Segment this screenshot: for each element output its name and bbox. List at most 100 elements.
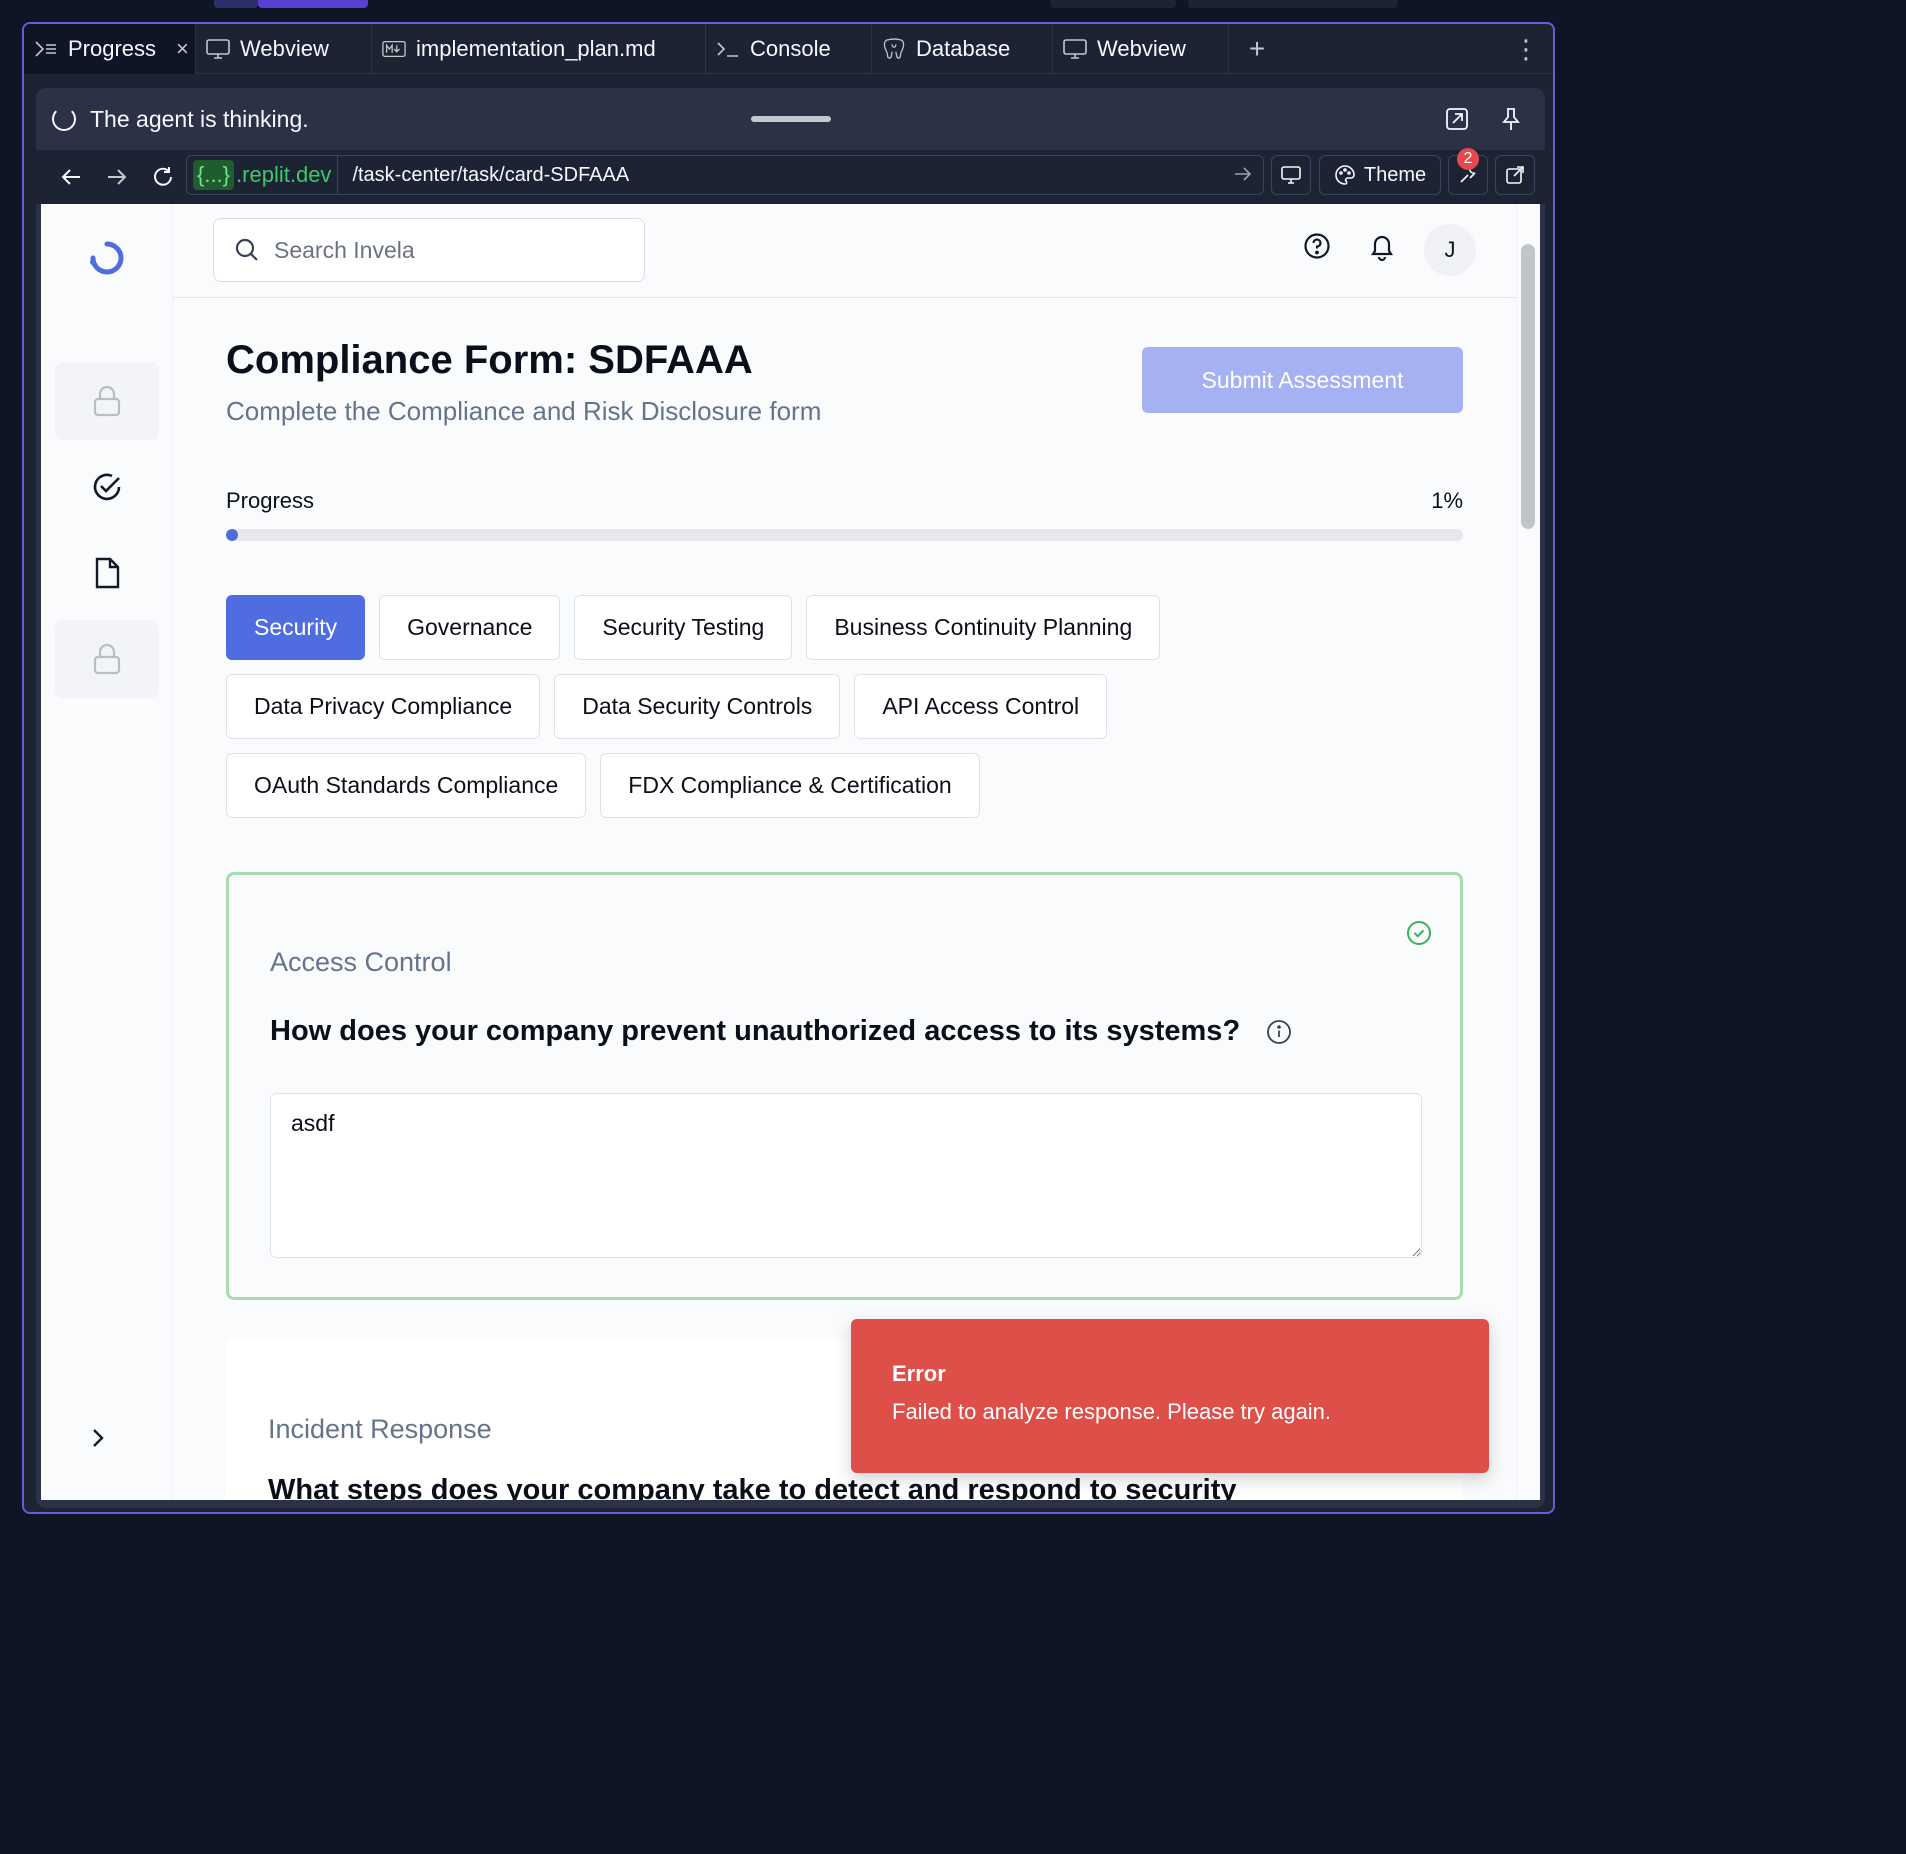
pin-icon[interactable] (1498, 106, 1524, 132)
search-input[interactable]: Search Invela (213, 218, 645, 282)
back-button[interactable] (48, 154, 94, 200)
page-title: Compliance Form: SDFAAA (226, 338, 753, 382)
chevron-right-icon[interactable] (89, 1424, 107, 1456)
url-host: {...} .replit.dev (187, 156, 339, 194)
lock-icon (93, 643, 121, 675)
tab-database[interactable]: Database (872, 24, 1053, 74)
url-bar: {...} .replit.dev /task-center/task/card… (36, 148, 1545, 204)
more-options-icon[interactable]: ⋮ (1513, 36, 1539, 62)
palette-icon (1335, 165, 1355, 185)
bell-icon[interactable] (1368, 232, 1398, 262)
popout-icon[interactable] (1444, 106, 1470, 132)
top-strip-segment (1050, 0, 1176, 8)
file-icon (95, 557, 120, 589)
tab-business-continuity-planning[interactable]: Business Continuity Planning (806, 595, 1161, 660)
invela-logo-icon[interactable] (85, 236, 129, 280)
avatar[interactable]: J (1424, 224, 1476, 276)
tab-webview[interactable]: Webview (196, 24, 372, 74)
section-tabs: Security Governance Security Testing Busine… (226, 595, 1463, 818)
devtools-button[interactable]: 2 (1448, 148, 1488, 195)
tab-progress[interactable]: Progress × (24, 24, 196, 74)
workspace-frame: Progress × Webview implementation_plan.m… (22, 22, 1555, 1514)
app-sidebar (41, 204, 173, 1500)
progress-bar (226, 529, 1463, 541)
question-section-label: Incident Response (268, 1414, 492, 1444)
help-icon[interactable] (1303, 232, 1333, 262)
arrow-left-icon (61, 169, 80, 185)
webview-pane: The agent is thinking. {...} .replit.dev (36, 88, 1545, 1508)
progress-icon (34, 37, 58, 61)
toast-title: Error (892, 1361, 946, 1386)
question-text: How does your company prevent unauthoriz… (270, 1015, 1292, 1048)
completed-check-icon (1407, 921, 1431, 945)
arrow-right-icon (108, 169, 127, 185)
top-strip-segment (1188, 0, 1398, 8)
notification-badge: 2 (1457, 148, 1479, 170)
page-subtitle: Complete the Compliance and Risk Disclos… (226, 396, 822, 426)
monitor-icon (1063, 37, 1087, 61)
external-link-icon (1506, 166, 1524, 184)
scrollbar[interactable] (1516, 204, 1540, 1500)
tab-oauth-standards-compliance[interactable]: OAuth Standards Compliance (226, 753, 587, 818)
toast-message: Failed to analyze response. Please try a… (892, 1399, 1332, 1424)
reload-button[interactable] (140, 154, 186, 200)
tab-security-testing[interactable]: Security Testing (574, 595, 793, 660)
theme-button[interactable]: Theme (1319, 155, 1441, 195)
question-section-label: Access Control (270, 947, 452, 977)
tab-console[interactable]: Console (706, 24, 872, 74)
tab-label: Webview (240, 35, 329, 61)
sidebar-item-tasks[interactable] (55, 448, 159, 526)
url-host-prefix: {...} (193, 160, 235, 190)
url-path: /task-center/task/card-SDFAAA (352, 163, 630, 186)
top-strip-segment (258, 0, 368, 8)
check-circle-icon (93, 473, 121, 501)
close-icon[interactable]: × (176, 36, 189, 62)
monitor-icon (206, 37, 230, 61)
tab-api-access-control[interactable]: API Access Control (854, 674, 1108, 739)
sidebar-item-documents[interactable] (55, 534, 159, 612)
lock-icon (93, 385, 121, 417)
tab-label: Console (750, 35, 831, 61)
tab-implementation-plan[interactable]: implementation_plan.md (372, 24, 706, 74)
tab-data-privacy-compliance[interactable]: Data Privacy Compliance (226, 674, 541, 739)
terminal-icon (716, 37, 740, 61)
question-label: What steps does your company take to det… (268, 1474, 1237, 1500)
forward-button[interactable] (94, 154, 140, 200)
info-icon[interactable] (1266, 1019, 1292, 1045)
tab-fdx-compliance-certification[interactable]: FDX Compliance & Certification (600, 753, 980, 818)
url-field[interactable]: {...} .replit.dev /task-center/task/card… (186, 155, 1264, 195)
tab-security[interactable]: Security (226, 595, 366, 660)
top-strip (0, 0, 1568, 22)
submit-assessment-button[interactable]: Submit Assessment (1142, 347, 1463, 413)
search-placeholder: Search Invela (274, 236, 415, 263)
app-topbar: Search Invela J (173, 204, 1516, 298)
tab-label: implementation_plan.md (416, 35, 656, 61)
tab-label: Database (916, 35, 1011, 61)
monitor-icon (1281, 166, 1301, 184)
error-toast[interactable]: Error Failed to analyze response. Please… (851, 1319, 1489, 1473)
top-strip-segment (214, 0, 258, 8)
tab-data-security-controls[interactable]: Data Security Controls (554, 674, 841, 739)
scrollbar-thumb[interactable] (1521, 244, 1535, 529)
drag-handle[interactable] (751, 116, 831, 122)
question-card: Access Control How does your company pre… (226, 872, 1463, 1300)
reload-icon (154, 167, 172, 186)
markdown-icon (382, 37, 406, 61)
question-label: How does your company prevent unauthoriz… (270, 1015, 1241, 1047)
tab-label: Progress (68, 35, 157, 61)
progress-bar-fill (226, 529, 239, 541)
device-preview-button[interactable] (1271, 155, 1311, 195)
sidebar-item-locked[interactable] (55, 362, 159, 440)
search-icon (235, 238, 258, 261)
open-external-button[interactable] (1495, 155, 1535, 195)
tab-governance[interactable]: Governance (379, 595, 561, 660)
sidebar-item-locked-2[interactable] (55, 620, 159, 698)
progress-label: Progress (226, 488, 315, 513)
go-arrow-icon[interactable] (1233, 164, 1253, 184)
agent-status-text: The agent is thinking. (90, 105, 309, 132)
theme-label: Theme (1363, 163, 1427, 186)
new-tab-button[interactable]: + (1229, 24, 1285, 74)
answer-textarea[interactable]: asdf (270, 1093, 1422, 1258)
tab-webview-2[interactable]: Webview (1053, 24, 1229, 74)
tab-label: Webview (1097, 35, 1186, 61)
